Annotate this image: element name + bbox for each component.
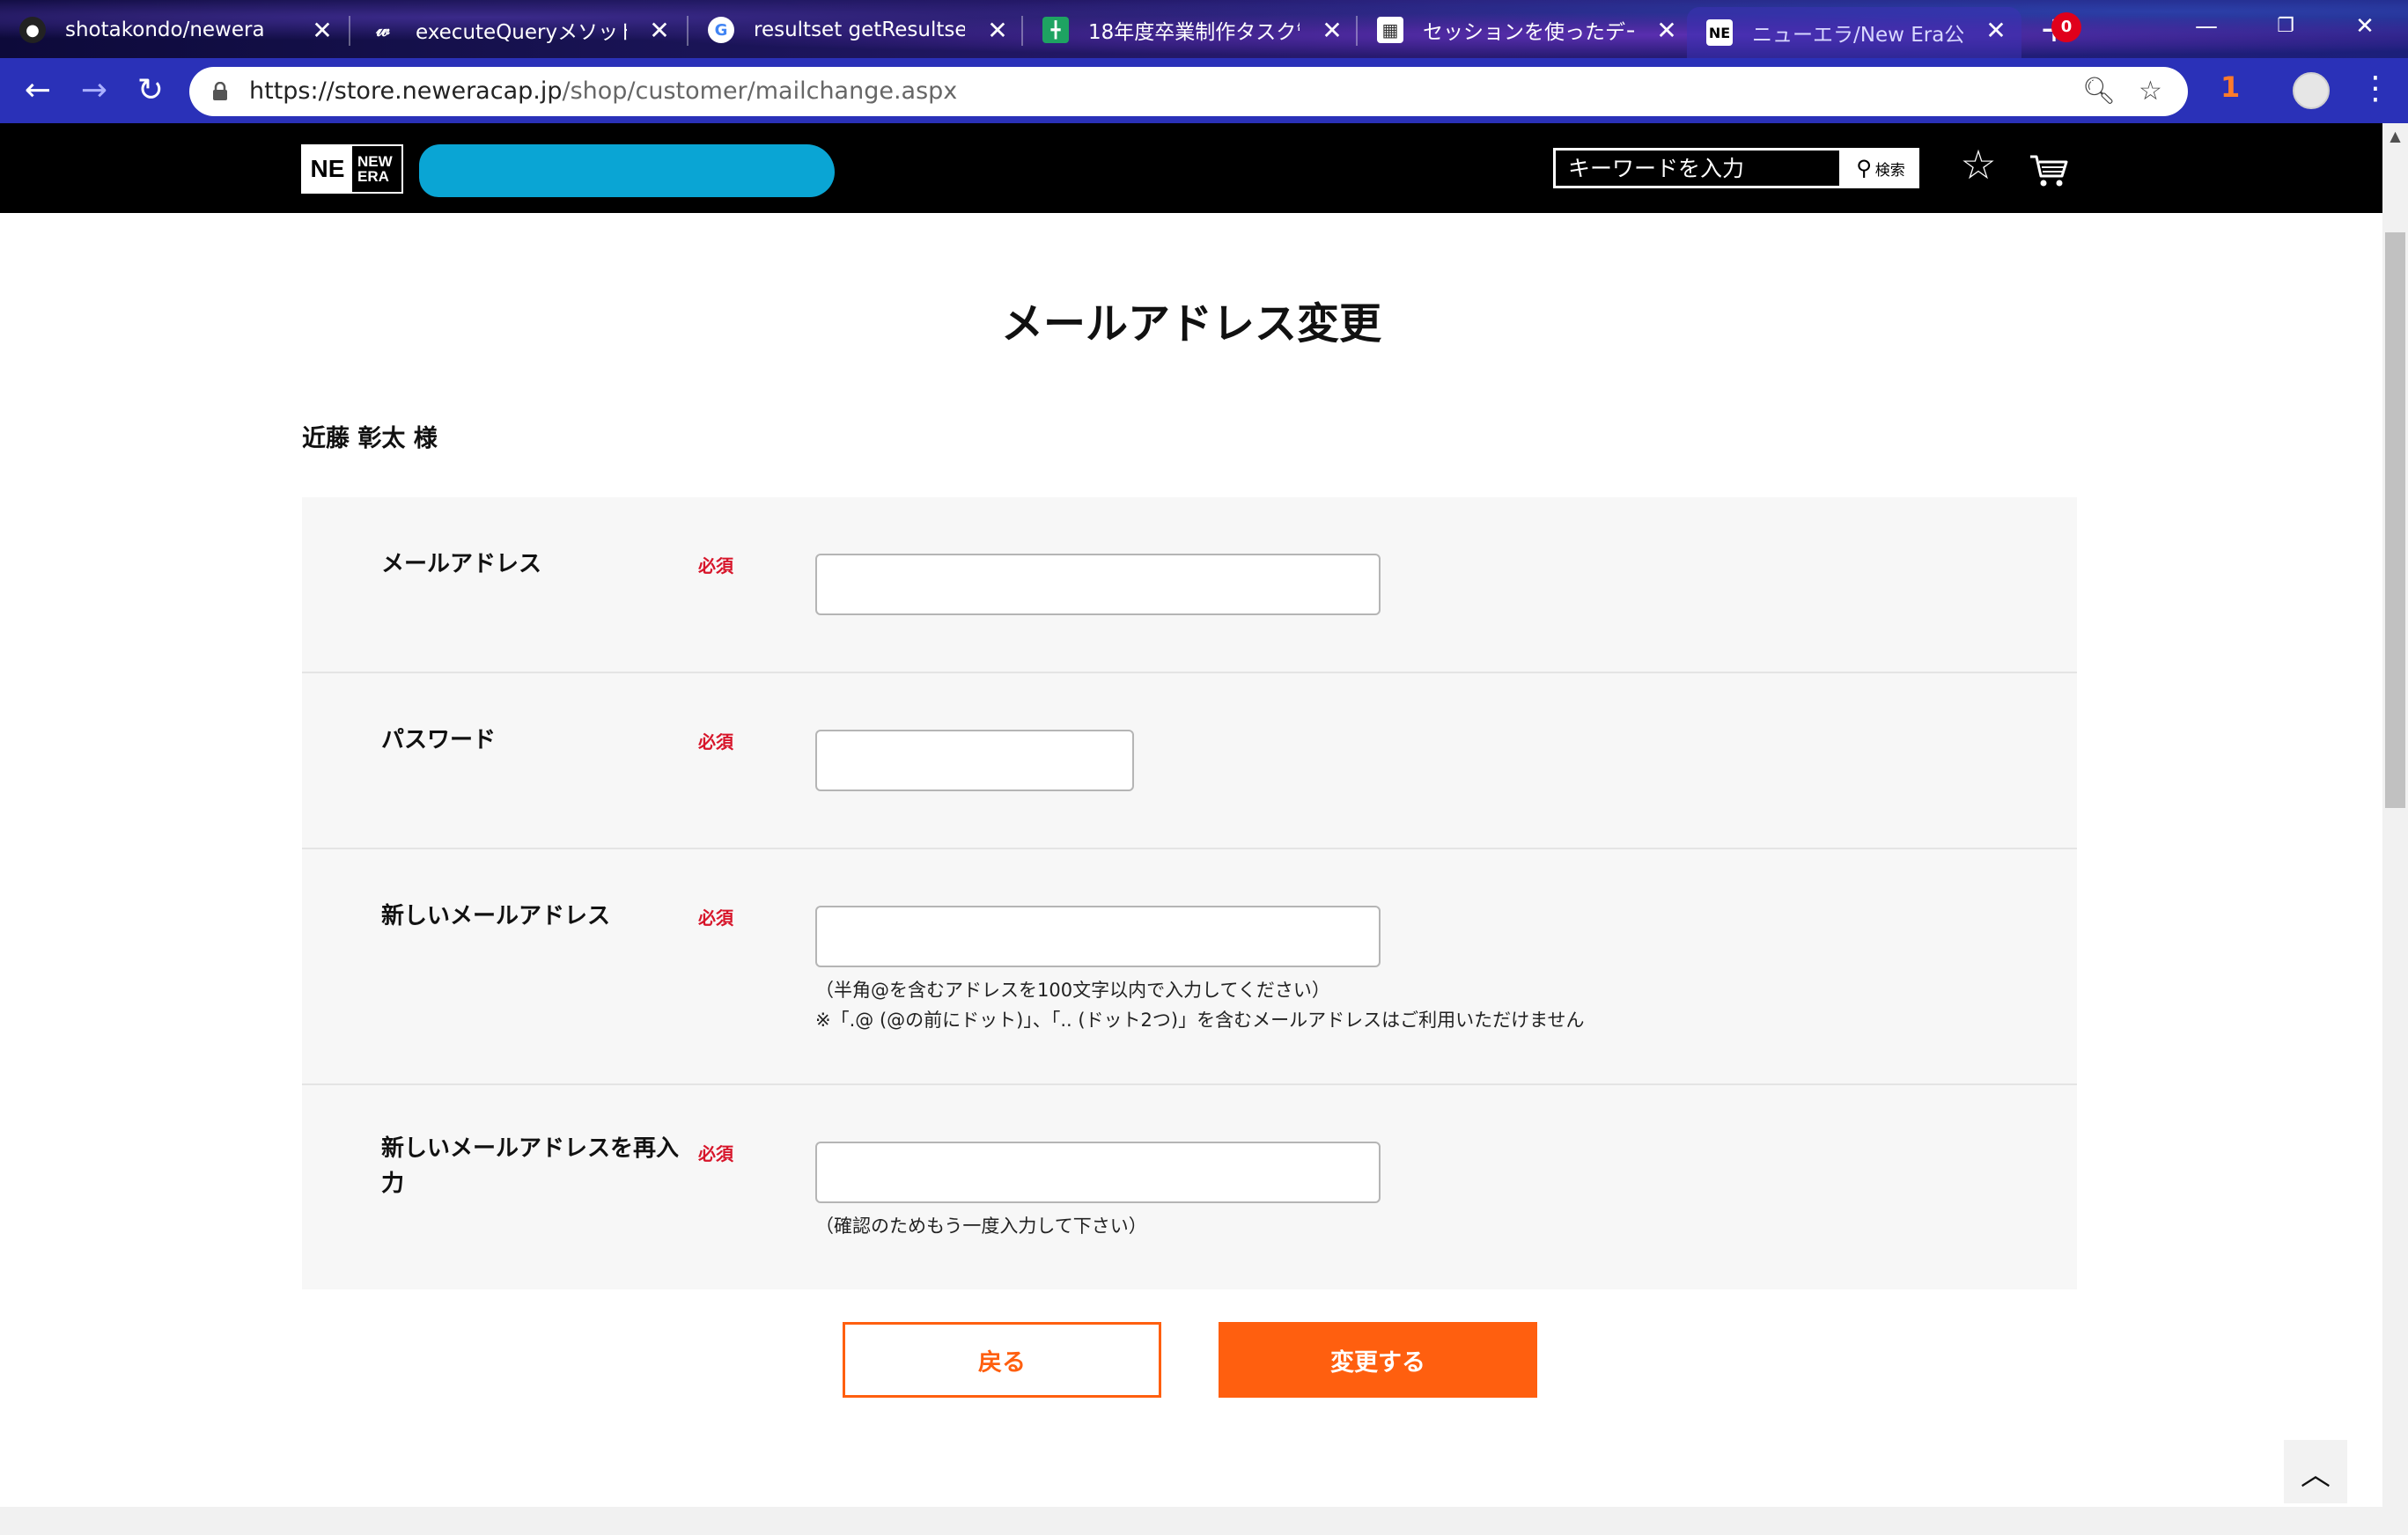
sheets-icon: ╋ [1042, 17, 1069, 43]
browser-tab[interactable]: ● shotakondo/newera ✕ [0, 7, 348, 53]
field-label: 新しいメールアドレスを再入力 [381, 1135, 680, 1197]
browser-tab[interactable]: G resultset getResultset - ✕ [689, 7, 1023, 53]
password-input[interactable] [815, 730, 1134, 791]
cart-count-badge: 0 [2051, 12, 2081, 42]
browser-tab-active[interactable]: NE ニューエラ/New Era公式オ ✕ [1687, 7, 2021, 58]
forward-arrow-icon[interactable]: → [74, 70, 114, 111]
form-row-confirm-email: 新しいメールアドレスを再入力 必須 （確認のためもう一度入力して下さい） [302, 1085, 2077, 1289]
cart-icon[interactable] [2027, 148, 2071, 192]
chevron-up-icon: ︿ [2301, 1457, 2331, 1493]
field-label: パスワード [381, 727, 497, 753]
reload-icon[interactable]: ↻ [130, 70, 171, 111]
close-tab-icon[interactable]: ✕ [646, 16, 673, 45]
scrollbar-thumb[interactable] [2385, 232, 2405, 808]
form-row-password: パスワード 必須 [302, 673, 2077, 849]
window-close-icon[interactable]: ✕ [2338, 7, 2391, 46]
bookmark-star-icon[interactable]: ☆ [2139, 76, 2162, 106]
grid-icon: ▦ [1377, 17, 1403, 43]
newera-icon: NE [1706, 19, 1733, 46]
scroll-up-arrow-icon[interactable]: ▲ [2382, 123, 2408, 150]
field-label: 新しいメールアドレス [381, 903, 611, 929]
current-email-input[interactable] [815, 554, 1381, 615]
search-button-label: 検索 [1874, 161, 1905, 180]
tab-title: shotakondo/newera [65, 18, 265, 41]
search-button[interactable]: ⚲ 検索 [1842, 148, 1919, 188]
favorites-star-icon[interactable]: ☆ [1956, 143, 2000, 187]
required-badge: 必須 [698, 907, 733, 929]
help-text: （確認のためもう一度入力して下さい） [815, 1216, 1147, 1237]
google-icon: G [708, 17, 734, 43]
lock-icon [213, 82, 227, 100]
submit-button[interactable]: 変更する [1219, 1322, 1537, 1398]
tab-title: resultset getResultset - [754, 18, 965, 41]
customer-name: 近藤 彰太 様 [302, 425, 438, 452]
new-email-input[interactable] [815, 906, 1381, 967]
minimize-icon[interactable]: — [2180, 7, 2233, 46]
help-text: ※「.@ (@の前にドット)」、「.. (ドット2つ)」を含むメールアドレスはご… [815, 1010, 1585, 1031]
help-text: （半角@を含むアドレスを100文字以内で入力してください） [815, 980, 1330, 1001]
back-button[interactable]: 戻る [843, 1322, 1161, 1398]
address-bar[interactable]: https://store.neweracap.jp/shop/customer… [189, 67, 2188, 116]
close-tab-icon[interactable]: ✕ [1983, 16, 2009, 45]
page-title: メールアドレス変更 [1000, 299, 1381, 349]
browser-tab[interactable]: 𝓌 executeQueryメソッド | Ja ✕ [350, 7, 685, 53]
form-panel: メールアドレス 必須 パスワード 必須 新しいメールアドレス 必須 （半角@を含… [302, 497, 2077, 1289]
redaction-mark [419, 144, 835, 197]
required-badge: 必須 [698, 731, 733, 753]
browser-tab[interactable]: ╋ 18年度卒業制作タスク管 ✕ [1023, 7, 1358, 53]
footer-strip [0, 1507, 2382, 1535]
url-text: https://store.neweracap.jp/shop/customer… [249, 77, 958, 105]
tab-title: ニューエラ/New Era公式オ [1752, 24, 1963, 47]
close-tab-icon[interactable]: ✕ [309, 16, 335, 45]
logo-text: NEW ERA [352, 154, 393, 184]
close-tab-icon[interactable]: ✕ [1653, 16, 1680, 45]
zoom-icon[interactable]: 🔍︎ [2082, 76, 2116, 106]
logo-flag: NE [303, 146, 352, 192]
back-arrow-icon[interactable]: ← [18, 70, 58, 111]
search-box [1553, 148, 1842, 188]
required-badge: 必須 [698, 555, 733, 577]
extension-icon[interactable]: 1 [2220, 70, 2240, 104]
github-icon: ● [19, 17, 46, 43]
browser-tab[interactable]: ▦ セッションを使ったデータの ✕ [1358, 7, 1692, 53]
profile-avatar[interactable] [2293, 72, 2330, 109]
scroll-to-top-button[interactable]: ︿ [2284, 1440, 2347, 1503]
search-input[interactable] [1557, 152, 1839, 184]
tab-title: 18年度卒業制作タスク管 [1088, 21, 1300, 44]
form-row-new-email: 新しいメールアドレス 必須 （半角@を含むアドレスを100文字以内で入力してくだ… [302, 849, 2077, 1085]
close-tab-icon[interactable]: ✕ [1319, 16, 1345, 45]
field-label: メールアドレス [381, 551, 542, 577]
form-row-current-email: メールアドレス 必須 [302, 497, 2077, 673]
restore-icon[interactable]: ❐ [2259, 7, 2312, 46]
tab-title: セッションを使ったデータの [1423, 21, 1634, 44]
required-badge: 必須 [698, 1143, 733, 1164]
logo-text-line: NEW [357, 153, 393, 170]
site-icon: 𝓌 [376, 18, 390, 41]
site-header: NE NEW ERA ⚲ 検索 ☆ [0, 123, 2382, 213]
browser-menu-icon[interactable]: ⋮ [2360, 69, 2391, 109]
tab-title: executeQueryメソッド | Ja [416, 21, 627, 44]
newera-logo[interactable]: NE NEW ERA [301, 144, 403, 194]
confirm-email-input[interactable] [815, 1142, 1381, 1203]
search-icon: ⚲ [1856, 156, 1872, 180]
logo-text-line: ERA [357, 168, 389, 185]
close-tab-icon[interactable]: ✕ [984, 16, 1011, 45]
